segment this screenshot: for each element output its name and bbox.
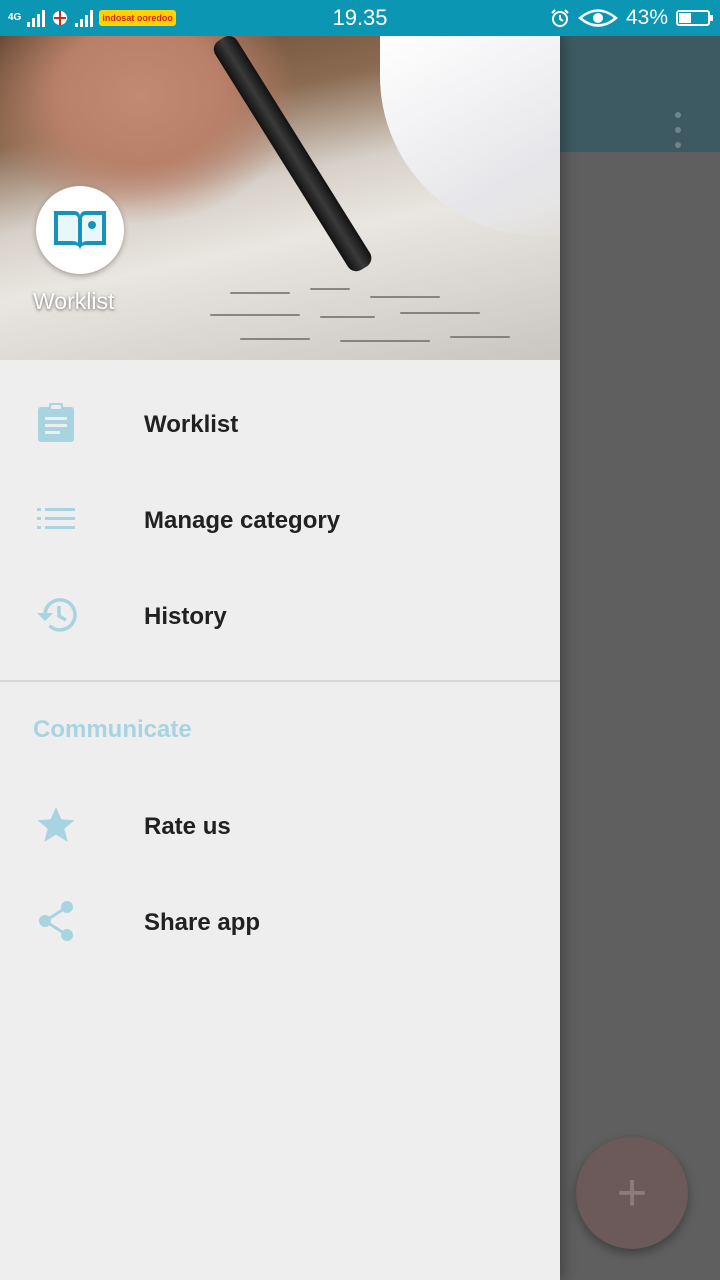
section-title-communicate: Communicate <box>33 716 192 743</box>
eye-comfort-icon <box>578 9 618 27</box>
add-task-button[interactable]: + <box>576 1137 688 1249</box>
alarm-icon <box>551 9 569 27</box>
plus-icon: + <box>616 1164 648 1222</box>
clipboard-icon <box>34 401 78 445</box>
list-icon <box>34 497 78 541</box>
battery-icon <box>676 10 713 26</box>
drawer-item-label: Worklist <box>144 411 239 438</box>
header-image-paper <box>380 36 560 236</box>
share-icon <box>34 899 78 943</box>
status-bar: 4G indosat ooredoo 19.35 43% <box>0 0 720 36</box>
drawer-item-share-app[interactable]: Share app <box>0 875 560 971</box>
more-options-icon[interactable] <box>674 112 682 148</box>
drawer-item-rate-us[interactable]: Rate us <box>0 779 560 875</box>
history-icon <box>34 593 78 637</box>
star-icon <box>34 803 78 847</box>
drawer-divider <box>0 680 560 682</box>
drawer-item-history[interactable]: History <box>0 569 560 665</box>
header-image-handwriting <box>200 286 540 356</box>
drawer-item-label: Rate us <box>144 813 231 840</box>
battery-percent: 43% <box>625 6 668 29</box>
navigation-drawer: Worklist Worklist Manage category Histor… <box>0 36 560 1280</box>
drawer-item-label: History <box>144 603 227 630</box>
drawer-item-manage-category[interactable]: Manage category <box>0 473 560 569</box>
status-right-group: 43% <box>550 6 713 30</box>
drawer-item-worklist[interactable]: Worklist <box>0 377 560 473</box>
drawer-item-label: Manage category <box>144 507 341 534</box>
drawer-item-label: Share app <box>144 909 261 936</box>
open-book-icon <box>54 211 106 251</box>
header-image-pen <box>210 36 376 275</box>
drawer-header-title: Worklist <box>33 288 115 314</box>
drawer-header: Worklist <box>0 36 560 360</box>
battery-fill <box>679 13 692 23</box>
app-logo <box>36 186 124 274</box>
